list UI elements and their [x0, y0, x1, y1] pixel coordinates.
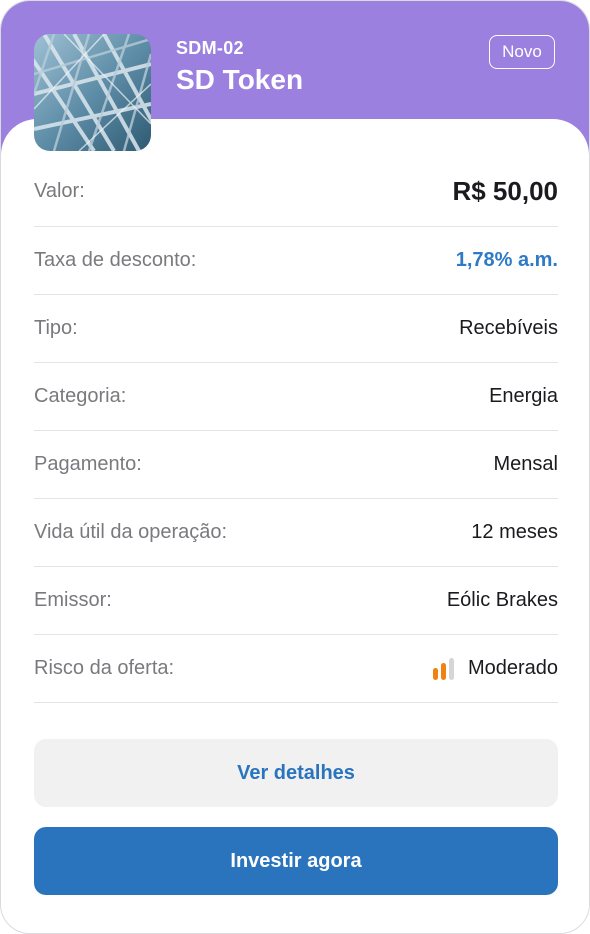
detail-value: Recebíveis	[459, 317, 558, 339]
token-name: SD Token	[176, 64, 304, 95]
invest-now-button[interactable]: Investir agora	[34, 827, 558, 895]
token-thumbnail-image	[34, 34, 151, 151]
detail-row-discount-rate: Taxa de desconto: 1,78% a.m.	[34, 227, 558, 295]
detail-row-payment: Pagamento: Mensal	[34, 431, 558, 499]
detail-row-value: Valor: R$ 50,00	[34, 157, 558, 227]
token-card: SDM-02 SD Token Novo Valor: R$ 50,00 Tax…	[0, 0, 590, 934]
risk-bar-3	[448, 658, 454, 680]
details-list: Valor: R$ 50,00 Taxa de desconto: 1,78% …	[34, 157, 558, 703]
detail-label: Emissor:	[34, 589, 112, 611]
detail-value: 12 meses	[471, 521, 558, 543]
detail-value-price: R$ 50,00	[452, 176, 558, 206]
detail-row-lifetime: Vida útil da operação: 12 meses	[34, 499, 558, 567]
detail-label: Tipo:	[34, 317, 78, 339]
detail-label: Taxa de desconto:	[34, 249, 197, 271]
detail-value-rate: 1,78% a.m.	[455, 249, 558, 271]
risk-level: Moderado	[467, 657, 558, 679]
signal-bars-icon	[432, 658, 454, 680]
new-badge: Novo	[489, 35, 555, 69]
detail-label: Categoria:	[34, 385, 127, 407]
detail-label: Pagamento:	[34, 453, 142, 475]
detail-value: Energia	[489, 385, 558, 407]
detail-row-category: Categoria: Energia	[34, 363, 558, 431]
view-details-button[interactable]: Ver detalhes	[34, 739, 558, 807]
detail-row-risk: Risco da oferta: Moderado	[34, 635, 558, 703]
detail-value: Eólic Brakes	[446, 589, 558, 611]
token-code: SDM-02	[176, 38, 244, 58]
detail-label: Vida útil da operação:	[34, 521, 228, 543]
detail-row-type: Tipo: Recebíveis	[34, 295, 558, 363]
detail-value: Mensal	[493, 453, 558, 475]
detail-row-issuer: Emissor: Eólic Brakes	[34, 567, 558, 635]
risk-bar-2	[440, 663, 446, 680]
detail-label: Risco da oferta:	[34, 657, 175, 679]
risk-indicator: Moderado	[432, 657, 558, 680]
detail-label: Valor:	[34, 180, 85, 202]
risk-bar-1	[432, 668, 438, 680]
